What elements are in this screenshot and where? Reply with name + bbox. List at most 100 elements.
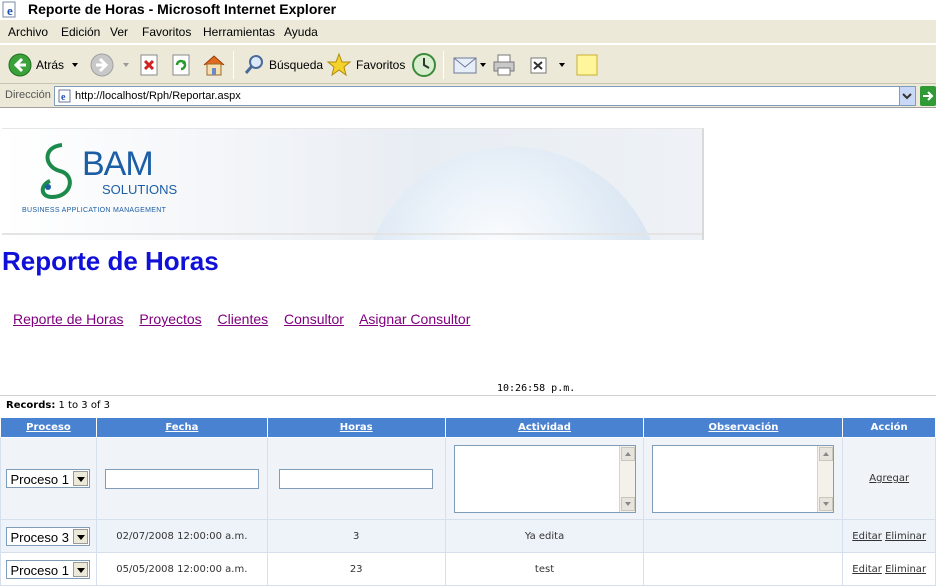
chevron-down-icon: [902, 93, 912, 100]
search-button[interactable]: Búsqueda: [243, 51, 323, 79]
proceso-select[interactable]: Proceso 1: [6, 469, 91, 488]
scroll-up-icon[interactable]: [620, 446, 635, 461]
menu-herramientas[interactable]: Herramientas: [203, 25, 275, 39]
col-horas[interactable]: Horas: [266, 417, 446, 438]
row-actividad: test: [444, 552, 645, 586]
row-observacion: [643, 552, 844, 586]
discuss-button[interactable]: [575, 51, 599, 79]
row-actions: Editar Eliminar: [842, 552, 936, 586]
agregar-link[interactable]: Agregar: [869, 473, 909, 484]
nav-asignar-consultor[interactable]: Asignar Consultor: [359, 311, 470, 327]
mail-dropdown-icon[interactable]: [480, 63, 486, 67]
sort-observacion-link[interactable]: Observación: [708, 422, 778, 433]
nav-consultor[interactable]: Consultor: [284, 311, 344, 327]
proceso-select-value: Proceso 3: [10, 529, 69, 545]
scroll-down-icon[interactable]: [620, 496, 635, 511]
scroll-down-icon[interactable]: [819, 496, 834, 511]
nav-reporte-horas[interactable]: Reporte de Horas: [13, 311, 124, 327]
row-actions: Editar Eliminar: [842, 519, 936, 553]
menu-bar: Archivo Edición Ver Favoritos Herramient…: [0, 20, 936, 44]
chevron-down-icon[interactable]: [73, 528, 89, 544]
edit-dropdown-icon[interactable]: [559, 63, 565, 67]
chevron-down-icon[interactable]: [73, 471, 89, 486]
address-url: http://localhost/Rph/Reportar.aspx: [75, 90, 241, 102]
row-actividad: Ya edita: [444, 519, 645, 553]
row-fecha: 02/07/2008 12:00:00 a.m.: [95, 519, 268, 553]
nav-proyectos[interactable]: Proyectos: [139, 311, 201, 327]
back-dropdown-icon[interactable]: [72, 63, 78, 67]
address-label: Dirección: [5, 89, 51, 101]
row-proceso-cell: Proceso 1: [0, 552, 97, 586]
home-button[interactable]: [201, 51, 227, 79]
bam-logo-icon: [40, 143, 72, 200]
print-button[interactable]: [491, 51, 517, 79]
forward-dropdown-icon[interactable]: [123, 63, 129, 67]
scroll-up-icon[interactable]: [819, 446, 834, 461]
svg-text:e: e: [61, 92, 66, 103]
proceso-select[interactable]: Proceso 1: [6, 559, 91, 579]
stop-icon: [140, 54, 158, 76]
col-actividad[interactable]: Actividad: [444, 417, 645, 438]
search-icon: [244, 55, 263, 74]
row-proceso-cell: Proceso 3: [0, 519, 97, 553]
row-horas: 23: [266, 552, 446, 586]
records-label: Records:: [6, 400, 56, 411]
eliminar-link[interactable]: Eliminar: [885, 564, 926, 575]
menu-favoritos[interactable]: Favoritos: [142, 25, 191, 39]
toolbar-separator: [443, 51, 444, 79]
editar-link[interactable]: Editar: [852, 531, 882, 542]
sort-actividad-link[interactable]: Actividad: [518, 422, 571, 433]
sort-fecha-link[interactable]: Fecha: [165, 422, 198, 433]
fecha-input[interactable]: [104, 468, 259, 489]
refresh-icon: [172, 54, 190, 76]
proceso-select[interactable]: Proceso 3: [6, 526, 91, 546]
eliminar-link[interactable]: Eliminar: [885, 531, 926, 542]
sort-horas-link[interactable]: Horas: [340, 422, 373, 433]
history-button[interactable]: [411, 51, 437, 79]
stop-button[interactable]: [139, 51, 161, 79]
mail-icon: [453, 57, 477, 74]
textarea-scrollbar[interactable]: [817, 445, 834, 512]
col-proceso[interactable]: Proceso: [0, 417, 97, 438]
printer-icon: [493, 54, 515, 76]
toolbar-separator: [233, 51, 234, 79]
home-icon: [203, 55, 225, 76]
col-observacion[interactable]: Observación: [643, 417, 844, 438]
col-fecha[interactable]: Fecha: [95, 417, 268, 438]
mail-button[interactable]: [452, 51, 478, 79]
menu-ver[interactable]: Ver: [110, 25, 128, 39]
records-summary: Records: 1 to 3 of 3: [6, 400, 110, 411]
editar-link[interactable]: Editar: [852, 564, 882, 575]
forward-button[interactable]: [90, 51, 114, 79]
row-fecha: 05/05/2008 12:00:00 a.m.: [95, 552, 268, 586]
star-icon: [326, 52, 352, 77]
textarea-scrollbar[interactable]: [618, 445, 635, 512]
divider: [0, 395, 936, 396]
back-button[interactable]: Atrás: [8, 51, 64, 79]
nav-clientes[interactable]: Clientes: [218, 311, 269, 327]
sort-proceso-link[interactable]: Proceso: [26, 422, 71, 433]
back-arrow-icon: [8, 53, 32, 77]
page-icon: e: [58, 89, 71, 103]
go-button[interactable]: [920, 86, 936, 106]
actividad-textarea[interactable]: [453, 444, 636, 513]
new-entry-row: Proceso 1 Agregar: [0, 437, 936, 520]
new-actividad-cell: [444, 437, 645, 520]
menu-archivo[interactable]: Archivo: [8, 25, 48, 39]
refresh-button[interactable]: [171, 51, 193, 79]
menu-edicion[interactable]: Edición: [61, 25, 100, 39]
address-dropdown-button[interactable]: [899, 86, 916, 106]
chevron-down-icon[interactable]: [73, 561, 89, 577]
favorites-label: Favoritos: [356, 58, 406, 72]
table-row: Proceso 1 05/05/2008 12:00:00 a.m. 23 te…: [0, 552, 936, 586]
edit-button[interactable]: [528, 51, 550, 79]
row-horas: 3: [266, 519, 446, 553]
address-bar: Dirección e http://localhost/Rph/Reporta…: [0, 84, 936, 108]
address-input[interactable]: e http://localhost/Rph/Reportar.aspx: [54, 86, 900, 106]
favorites-button[interactable]: Favoritos: [326, 51, 405, 79]
observacion-textarea[interactable]: [652, 444, 835, 513]
horas-input[interactable]: [279, 468, 434, 489]
toolbar: Atrás Búsqueda Favoritos: [0, 44, 936, 84]
menu-ayuda[interactable]: Ayuda: [284, 25, 318, 39]
grid-header-row: Proceso Fecha Horas Actividad Observació…: [0, 417, 936, 438]
